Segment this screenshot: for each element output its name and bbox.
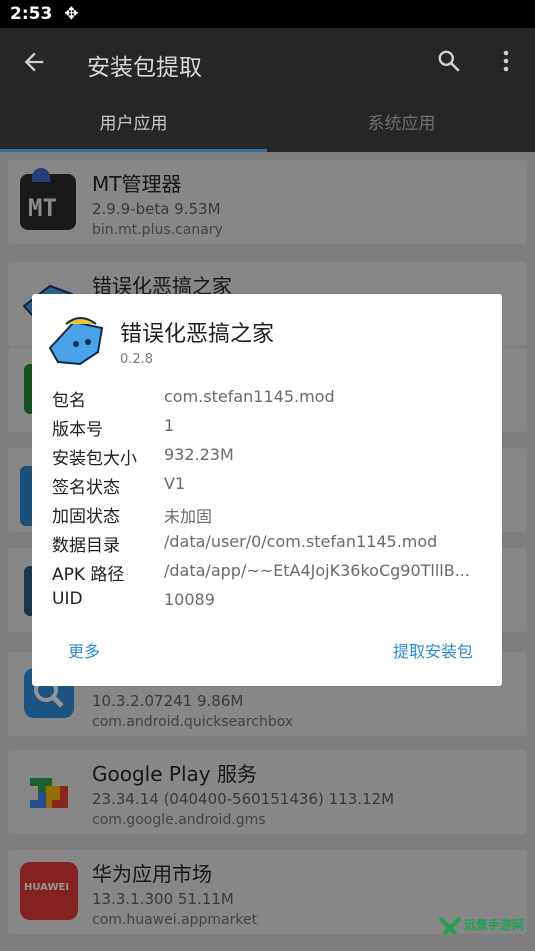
info-row-hardening: 加固状态 未加固: [52, 502, 492, 530]
more-button[interactable]: 更多: [68, 638, 100, 662]
watermark-icon: [438, 916, 462, 936]
app-bar: 安装包提取 用户应用 系统应用: [0, 28, 535, 152]
watermark-text: 远景手游网: [464, 918, 525, 932]
info-row-package: 包名 com.stefan1145.mod: [52, 386, 492, 414]
row-label: 版本号: [52, 420, 103, 440]
dialog-app-version: 0.2.8: [120, 352, 154, 367]
tab-system-apps[interactable]: 系统应用: [268, 112, 535, 152]
row-label: UID: [52, 589, 83, 609]
row-value: 932.23M: [164, 445, 234, 464]
info-row-uid: UID 10089: [52, 589, 492, 617]
row-value: V1: [164, 474, 186, 493]
extract-apk-button[interactable]: 提取安装包: [393, 638, 473, 662]
row-value: 未加固: [164, 507, 213, 526]
row-label: 签名状态: [52, 478, 120, 498]
search-icon[interactable]: [436, 48, 462, 74]
row-value: 10089: [164, 590, 215, 609]
row-label: 包名: [52, 391, 86, 411]
tab-label: 用户应用: [99, 114, 168, 134]
tab-label: 系统应用: [367, 114, 436, 134]
row-label: 安装包大小: [52, 449, 137, 469]
tab-user-apps[interactable]: 用户应用: [0, 112, 267, 152]
watermark-logo: 远景手游网: [438, 914, 530, 944]
app-icon: [48, 317, 104, 366]
row-label: 数据目录: [52, 536, 120, 556]
row-value: com.stefan1145.mod: [164, 387, 335, 406]
status-bar: 2:53 ✥: [0, 0, 535, 28]
app-info-dialog: 错误化恶搞之家 0.2.8 包名 com.stefan1145.mod 版本号 …: [32, 294, 502, 686]
more-options-icon[interactable]: [498, 48, 514, 74]
row-value: /data/user/0/com.stefan1145.mod: [164, 532, 438, 551]
status-time: 2:53: [10, 4, 53, 24]
dialog-app-name: 错误化恶搞之家: [120, 322, 275, 347]
info-row-apk-path: APK 路径 /data/app/~~EtA4JojK36koCg90TlllB…: [52, 560, 492, 588]
row-value: 1: [164, 416, 175, 435]
row-value: /data/app/~~EtA4JojK36koCg90TlllB...: [164, 561, 470, 580]
info-row-data-dir: 数据目录 /data/user/0/com.stefan1145.mod: [52, 531, 492, 559]
info-row-version-code: 版本号 1: [52, 415, 492, 443]
row-label: 加固状态: [52, 507, 120, 527]
notification-icon: ✥: [64, 4, 79, 24]
info-row-signature: 签名状态 V1: [52, 473, 492, 501]
row-label: APK 路径: [52, 565, 125, 585]
page-title: 安装包提取: [87, 55, 202, 81]
info-row-size: 安装包大小 932.23M: [52, 444, 492, 472]
back-arrow-icon[interactable]: [20, 48, 48, 76]
